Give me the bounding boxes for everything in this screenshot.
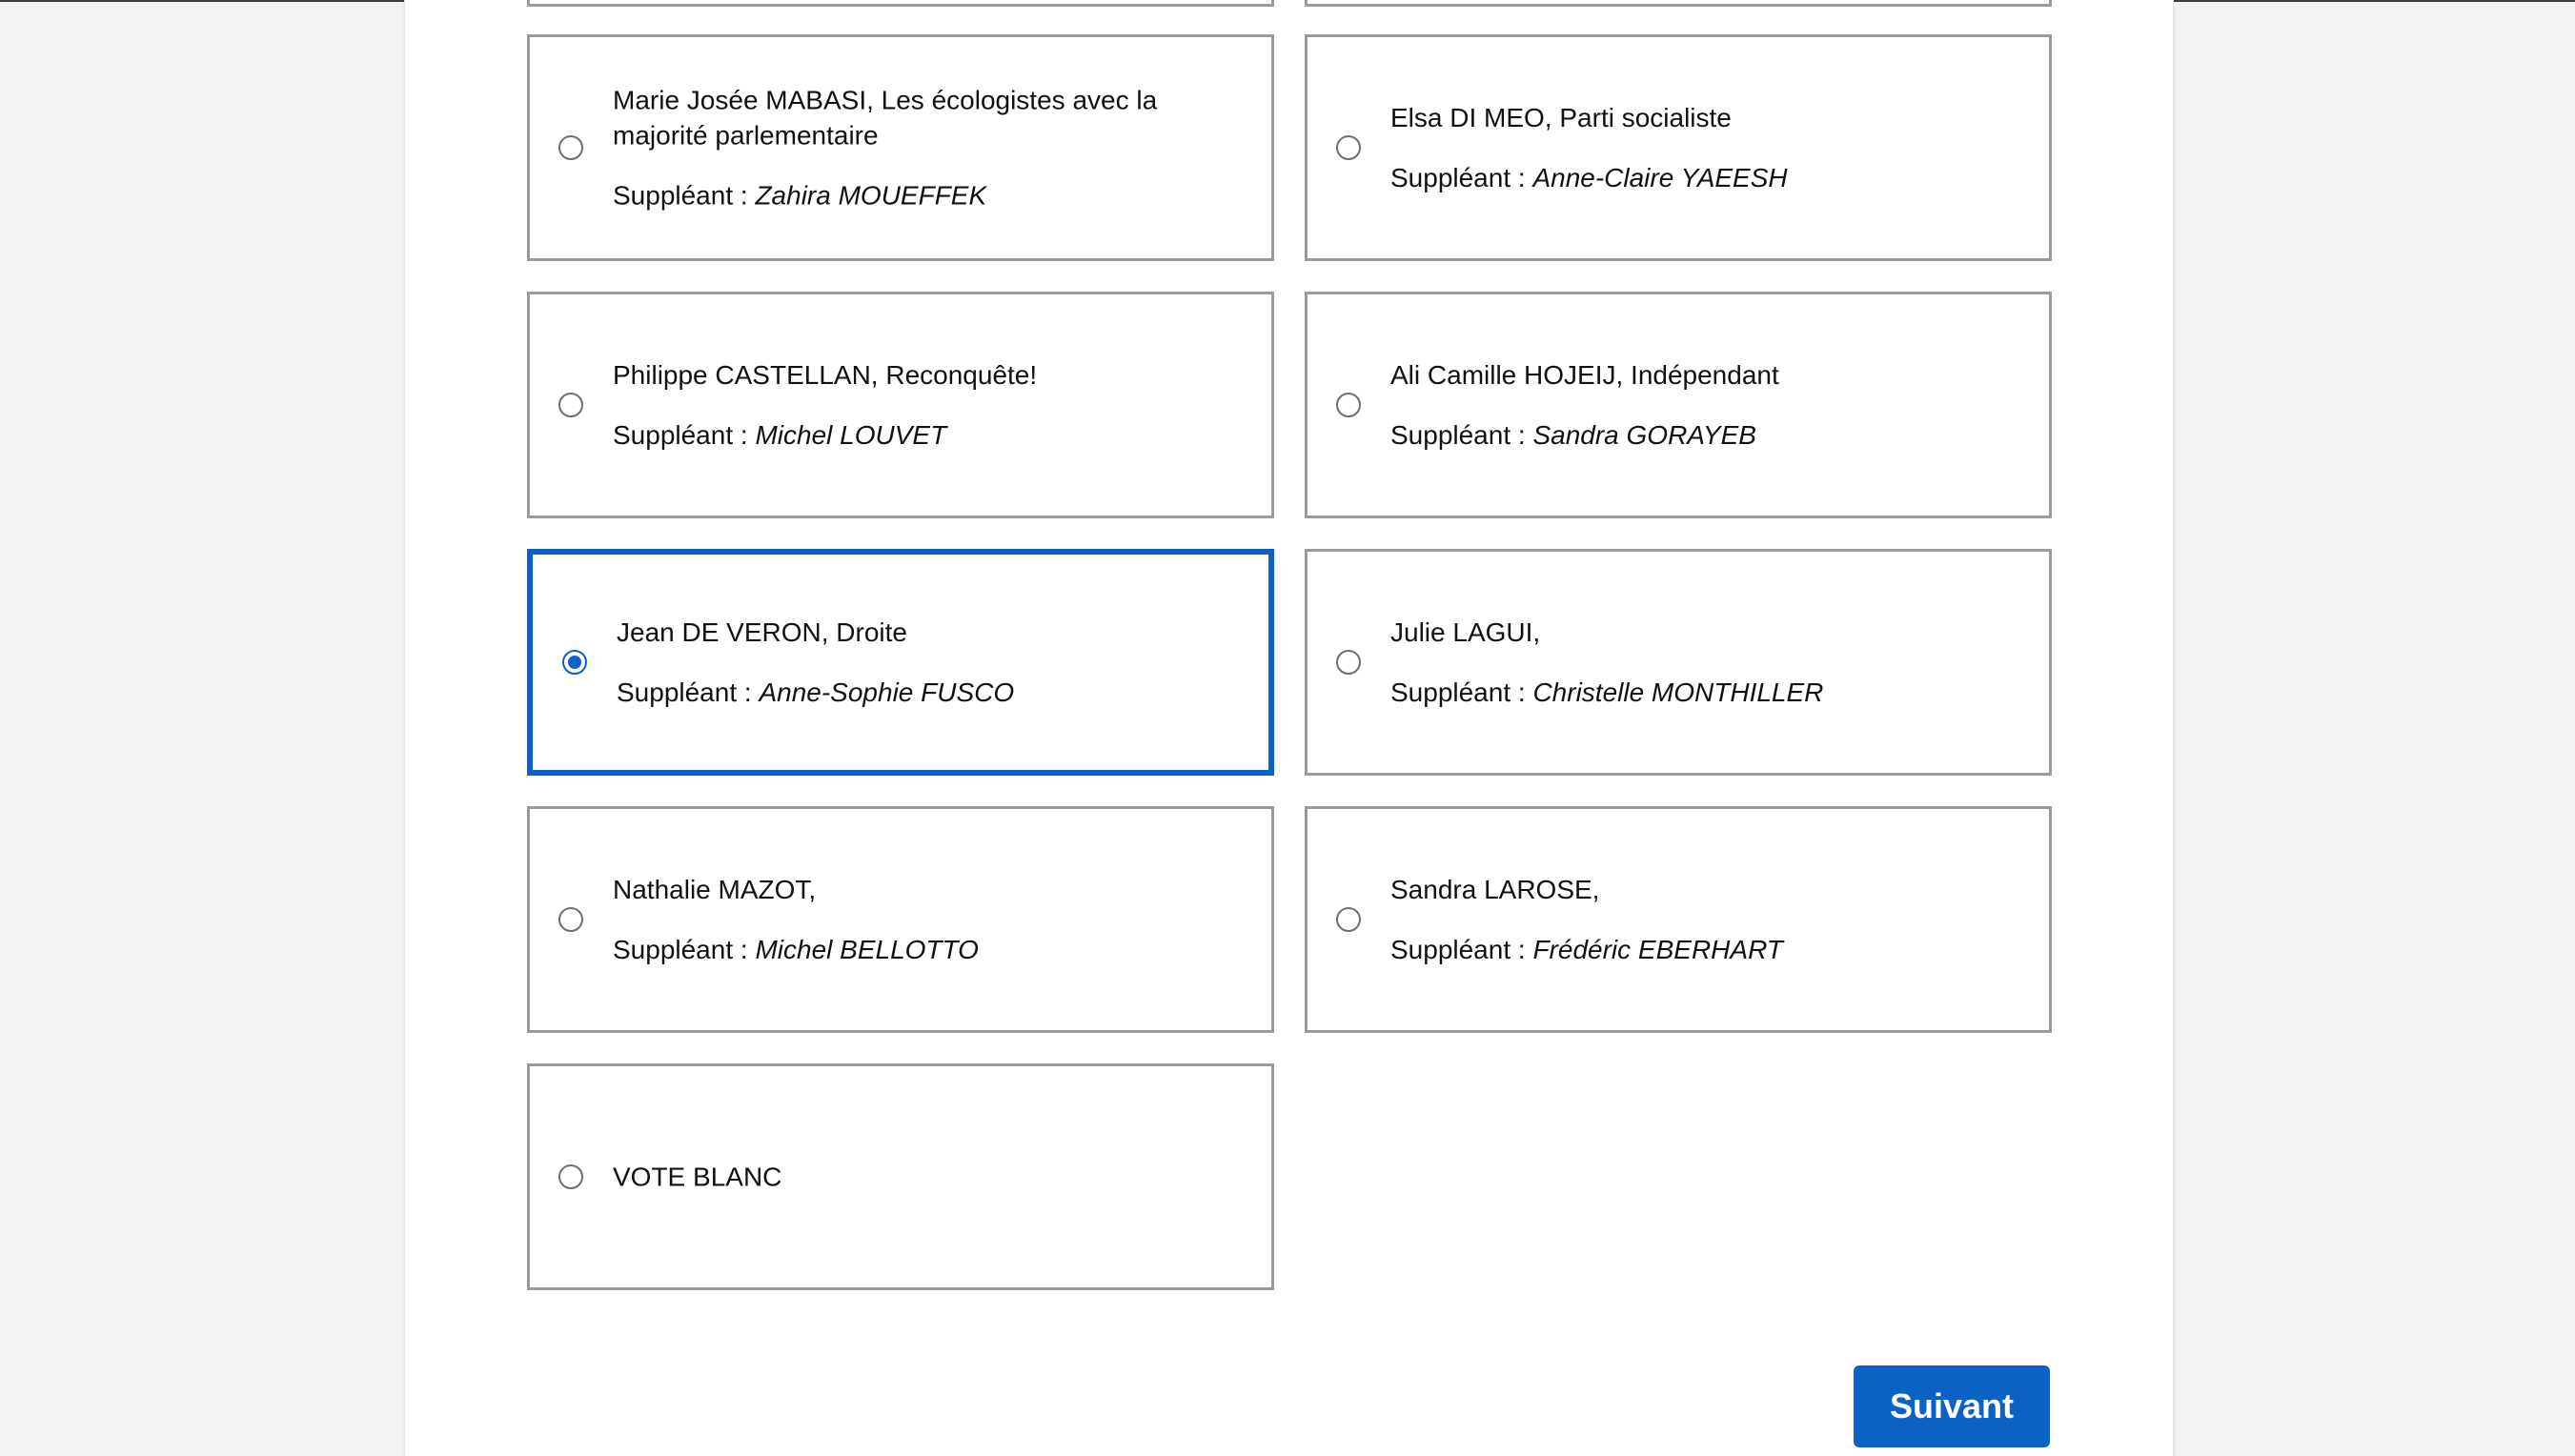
option-text: Nathalie MAZOT, Suppléant : Michel BELLO… [613, 872, 1233, 967]
radio-button[interactable] [1336, 393, 1361, 417]
radio-button[interactable] [558, 1164, 583, 1189]
previous-option-card-partial[interactable] [527, 0, 1274, 7]
candidate-options-grid: Marie Josée MABASI, Les écologistes avec… [527, 34, 2052, 1290]
substitute-label: Suppléant : [613, 935, 756, 964]
candidate-name: Jean DE VERON, Droite [617, 617, 907, 647]
substitute-name: Zahira MOUEFFEK [755, 180, 987, 211]
substitute-line: Suppléant : Michel LOUVET [613, 417, 1233, 453]
radio-button[interactable] [1336, 135, 1361, 160]
candidate-name: Ali Camille HOJEIJ, Indépendant [1390, 360, 1779, 390]
substitute-name: Sandra GORAYEB [1532, 420, 1756, 450]
option-card-lagui[interactable]: Julie LAGUI, Suppléant : Christelle MONT… [1305, 549, 2052, 776]
substitute-line: Suppléant : Michel BELLOTTO [613, 932, 1233, 967]
option-text: VOTE BLANC [613, 1160, 1233, 1195]
radio-button[interactable] [1336, 907, 1361, 932]
option-card-castellan[interactable]: Philippe CASTELLAN, Reconquête! Suppléan… [527, 292, 1274, 518]
substitute-name: Christelle MONTHILLER [1532, 677, 1824, 707]
option-text: Ali Camille HOJEIJ, Indépendant Suppléan… [1390, 357, 2011, 453]
option-text: Philippe CASTELLAN, Reconquête! Suppléan… [613, 357, 1233, 453]
substitute-line: Suppléant : Frédéric EBERHART [1390, 932, 2011, 967]
option-text: Elsa DI MEO, Parti socialiste Suppléant … [1390, 100, 2011, 195]
substitute-label: Suppléant : [1390, 420, 1533, 450]
substitute-name: Michel BELLOTTO [755, 935, 979, 964]
substitute-label: Suppléant : [1390, 935, 1533, 964]
substitute-name: Michel LOUVET [755, 420, 947, 450]
option-card-mabasi[interactable]: Marie Josée MABASI, Les écologistes avec… [527, 34, 1274, 261]
option-card-de-veron[interactable]: Jean DE VERON, Droite Suppléant : Anne-S… [527, 549, 1274, 776]
substitute-line: Suppléant : Sandra GORAYEB [1390, 417, 2011, 453]
candidate-name: Nathalie MAZOT, [613, 875, 817, 904]
option-text: Sandra LAROSE, Suppléant : Frédéric EBER… [1390, 872, 2011, 967]
ballot-page: Marie Josée MABASI, Les écologistes avec… [404, 0, 2174, 1456]
substitute-name: Anne-Sophie FUSCO [759, 677, 1015, 707]
option-card-di-meo[interactable]: Elsa DI MEO, Parti socialiste Suppléant … [1305, 34, 2052, 261]
substitute-name: Frédéric EBERHART [1532, 935, 1783, 964]
candidate-name: Elsa DI MEO, Parti socialiste [1390, 103, 1732, 132]
candidate-name: Marie Josée MABASI, Les écologistes avec… [613, 85, 1158, 151]
substitute-label: Suppléant : [1390, 677, 1533, 707]
substitute-label: Suppléant : [613, 420, 756, 450]
option-card-larose[interactable]: Sandra LAROSE, Suppléant : Frédéric EBER… [1305, 806, 2052, 1033]
option-card-vote-blanc[interactable]: VOTE BLANC [527, 1063, 1274, 1290]
option-card-hojeij[interactable]: Ali Camille HOJEIJ, Indépendant Suppléan… [1305, 292, 2052, 518]
radio-button[interactable] [558, 393, 583, 417]
substitute-label: Suppléant : [613, 180, 756, 211]
option-text: Julie LAGUI, Suppléant : Christelle MONT… [1390, 615, 2011, 710]
substitute-name: Anne-Claire YAEESH [1532, 163, 1788, 192]
option-card-mazot[interactable]: Nathalie MAZOT, Suppléant : Michel BELLO… [527, 806, 1274, 1033]
radio-button[interactable] [1336, 650, 1361, 675]
previous-option-card-partial[interactable] [1305, 0, 2052, 7]
substitute-line: Suppléant : Christelle MONTHILLER [1390, 675, 2011, 710]
substitute-line: Suppléant : Anne-Sophie FUSCO [617, 675, 1230, 710]
substitute-line: Suppléant : Anne-Claire YAEESH [1390, 160, 2011, 195]
option-text: Jean DE VERON, Droite Suppléant : Anne-S… [617, 615, 1230, 710]
candidate-name: Julie LAGUI, [1390, 617, 1541, 647]
radio-button-selected[interactable] [562, 650, 587, 675]
option-text: Marie Josée MABASI, Les écologistes avec… [613, 83, 1233, 213]
blank-vote-label: VOTE BLANC [613, 1162, 782, 1192]
substitute-label: Suppléant : [1390, 163, 1533, 192]
radio-button[interactable] [558, 135, 583, 160]
candidate-name: Sandra LAROSE, [1390, 875, 1600, 904]
substitute-line: Suppléant : Zahira MOUEFFEK [613, 178, 1233, 213]
candidate-name: Philippe CASTELLAN, Reconquête! [613, 360, 1038, 390]
substitute-label: Suppléant : [617, 677, 760, 707]
next-button[interactable]: Suivant [1854, 1365, 2050, 1447]
radio-button[interactable] [558, 907, 583, 932]
